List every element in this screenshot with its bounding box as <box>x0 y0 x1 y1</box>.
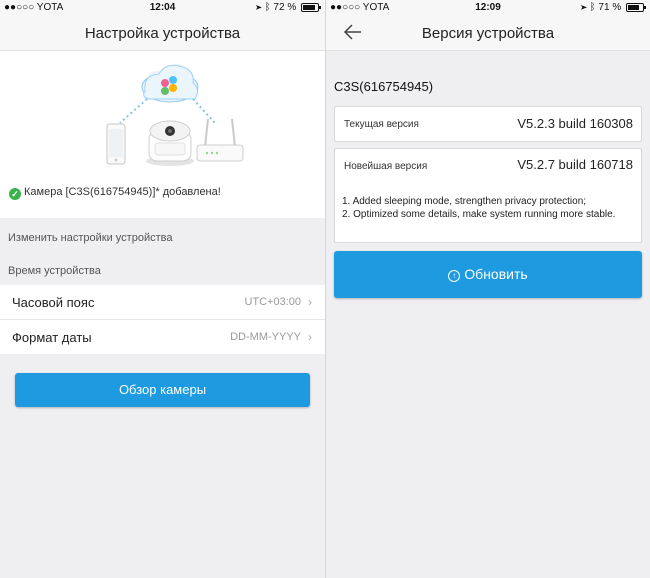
location-icon: ➤ <box>255 2 262 13</box>
bluetooth-icon: ᛒ <box>264 2 271 13</box>
status-right: ➤ ᛒ 71 % <box>580 2 646 13</box>
date-format-value: DD-MM-YYYY <box>230 331 301 343</box>
checkmark-icon: ✓ <box>9 188 21 200</box>
current-version-value: V5.2.3 build 160308 <box>517 116 633 131</box>
router-icon <box>196 118 244 162</box>
camera-overview-button[interactable]: Обзор камеры <box>15 373 310 407</box>
battery-percent: 72 % <box>273 2 297 13</box>
date-format-row[interactable]: Формат даты DD-MM-YYYY › <box>0 320 325 354</box>
cloud-icon <box>141 64 199 103</box>
latest-version-label: Новейшая версия <box>344 161 428 172</box>
release-note-item: 1. Added sleeping mode, strengthen priva… <box>342 196 587 207</box>
arrow-up-circle-icon: ↑ <box>448 270 461 282</box>
status-right: ➤ ᛒ 72 % <box>255 2 321 13</box>
device-added-text: Камера [C3S(616754945)]* добавлена! <box>24 186 221 198</box>
phone-icon <box>106 123 126 165</box>
change-settings-header[interactable]: Изменить настройки устройства <box>8 232 172 244</box>
chevron-right-icon: › <box>308 330 312 344</box>
nav-bar: Настройка устройства <box>0 16 325 51</box>
device-time-header: Время устройства <box>8 265 101 277</box>
current-version-label: Текущая версия <box>344 119 419 130</box>
device-network-illustration <box>106 64 244 166</box>
device-name: C3S(616754945) <box>334 79 434 94</box>
battery-icon <box>301 2 321 12</box>
update-button-label: Обновить <box>464 266 528 282</box>
current-version-card: Текущая версия V5.2.3 build 160308 <box>334 106 642 142</box>
battery-percent: 71 % <box>598 2 622 13</box>
release-notes: 1. Added sleeping mode, strengthen priva… <box>342 195 615 221</box>
timezone-label: Часовой пояс <box>12 295 95 310</box>
date-format-label: Формат даты <box>12 330 92 345</box>
update-button[interactable]: ↑ Обновить <box>334 251 642 298</box>
status-bar: ●●○○○ YOTA 12:04 ➤ ᛒ 72 % <box>0 0 325 16</box>
battery-icon <box>626 2 646 12</box>
location-icon: ➤ <box>580 2 587 13</box>
timezone-value: UTC+03:00 <box>244 296 301 308</box>
device-added-panel: ✓ Камера [C3S(616754945)]* добавлена! <box>0 51 325 218</box>
latest-version-value: V5.2.7 build 160718 <box>517 157 633 172</box>
timezone-row[interactable]: Часовой пояс UTC+03:00 › <box>0 285 325 320</box>
device-added-message: ✓ Камера [C3S(616754945)]* добавлена! <box>9 186 221 200</box>
device-settings-screen: ●●○○○ YOTA 12:04 ➤ ᛒ 72 % Настройка устр… <box>0 0 325 578</box>
latest-version-card: Новейшая версия V5.2.7 build 160718 1. A… <box>334 148 642 243</box>
release-note-item: 2. Optimized some details, make system r… <box>342 209 616 220</box>
nav-bar: Версия устройства <box>326 16 650 51</box>
camera-icon <box>146 120 194 166</box>
device-version-screen: ●●○○○ YOTA 12:09 ➤ ᛒ 71 % Версия устройс… <box>325 0 650 578</box>
page-title: Версия устройства <box>421 25 555 42</box>
page-title: Настройка устройства <box>84 25 241 42</box>
status-bar: ●●○○○ YOTA 12:09 ➤ ᛒ 71 % <box>326 0 650 16</box>
chevron-right-icon: › <box>308 295 312 309</box>
bluetooth-icon: ᛒ <box>589 2 596 13</box>
